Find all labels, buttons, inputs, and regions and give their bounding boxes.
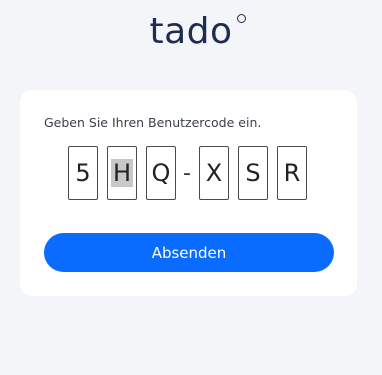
- code-char-value: Q: [151, 159, 171, 187]
- code-separator: -: [183, 160, 191, 186]
- code-char-input-1[interactable]: 5: [68, 146, 98, 200]
- tado-logo: tado: [149, 10, 246, 54]
- code-char-value: H: [110, 159, 134, 187]
- code-char-value: 5: [75, 159, 91, 187]
- user-code-card: Geben Sie Ihren Benutzercode ein. 5 H Q …: [20, 90, 357, 296]
- logo-text: tado: [149, 11, 233, 52]
- code-char-input-5[interactable]: S: [238, 146, 268, 200]
- code-char-input-2[interactable]: H: [107, 146, 137, 200]
- logo-ring-icon: [236, 14, 246, 23]
- code-char-value: R: [283, 159, 301, 187]
- brand-header: tado: [0, 10, 382, 58]
- code-input-row: 5 H Q - X S R: [68, 145, 316, 201]
- code-prompt: Geben Sie Ihren Benutzercode ein.: [44, 115, 262, 130]
- code-char-input-4[interactable]: X: [199, 146, 229, 200]
- submit-button[interactable]: Absenden: [44, 233, 334, 272]
- code-char-input-3[interactable]: Q: [146, 146, 176, 200]
- code-char-input-6[interactable]: R: [277, 146, 307, 200]
- code-char-value: X: [205, 159, 223, 187]
- code-char-value: S: [245, 159, 261, 187]
